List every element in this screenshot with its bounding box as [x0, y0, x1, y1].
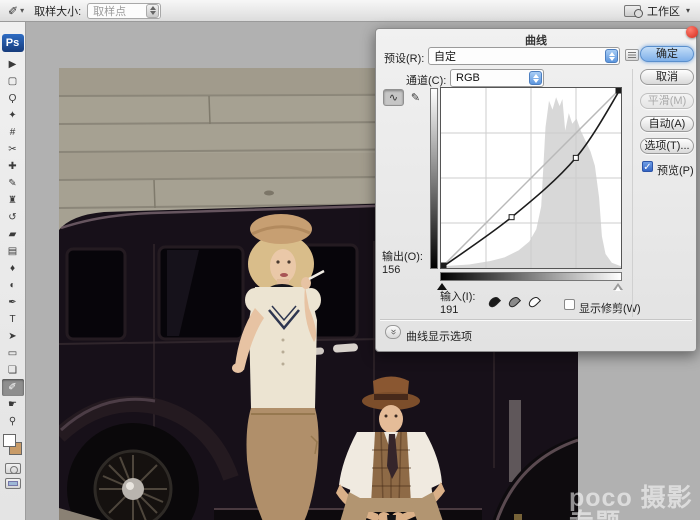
sample-size-select[interactable]: 取样点 — [87, 3, 161, 19]
notes-tool[interactable]: ❏ — [2, 362, 24, 379]
quick-mask-button[interactable] — [5, 463, 21, 474]
show-clipping-checkbox[interactable] — [564, 299, 575, 310]
channel-value: RGB — [451, 72, 529, 84]
curve-plot[interactable] — [441, 88, 621, 268]
divider — [380, 319, 692, 321]
input-value: 191 — [440, 304, 458, 316]
ps-logo: Ps — [2, 34, 24, 52]
hand-tool[interactable]: ☛ — [2, 396, 24, 413]
quick-selection-tool[interactable]: ✦ — [2, 107, 24, 124]
marquee-tool[interactable]: ▢ — [2, 73, 24, 90]
auto-button[interactable]: 自动(A) — [640, 116, 694, 132]
preview-checkbox[interactable]: ✓ — [642, 161, 653, 172]
channel-select[interactable]: RGB — [450, 69, 544, 87]
brush-tool[interactable]: ✎ — [2, 175, 24, 192]
curve-endpoint[interactable] — [441, 263, 446, 268]
skirt — [247, 408, 319, 520]
curve-control-point[interactable] — [509, 215, 514, 220]
options-bar: ✐ ▾ 取样大小: 取样点 工作区 ▾ — [0, 0, 700, 22]
eyedropper-tool[interactable]: ✐ — [2, 379, 24, 396]
pencil-icon: ✎ — [411, 91, 420, 104]
crop-tool[interactable]: # — [2, 124, 24, 141]
input-label: 输入(I): — [440, 288, 475, 304]
gray-point-eyedropper[interactable] — [507, 295, 521, 309]
move-tool[interactable]: ▶ — [2, 56, 24, 73]
curves-dialog: 曲线 预设(R): 自定 通道(C): RGB ∿ ✎ 输出(O): 156 输… — [375, 28, 697, 352]
stepper-icon — [146, 4, 159, 18]
color-swatches — [1, 433, 25, 459]
curve-graph[interactable] — [440, 87, 622, 269]
sample-size-label: 取样大小: — [34, 3, 81, 19]
watermark: poco 摄影专题 http://photo.poco.cn/ — [569, 486, 700, 520]
dodge-tool[interactable]: ◐ — [2, 277, 24, 294]
chevron-double-icon: » — [388, 329, 398, 335]
output-value: 156 — [382, 264, 400, 276]
type-tool[interactable]: T — [2, 311, 24, 328]
display-options-label: 曲线显示选项 — [406, 328, 472, 344]
healing-brush-tool[interactable]: ✚ — [2, 158, 24, 175]
preset-label: 预设(R): — [384, 50, 424, 66]
ok-button[interactable]: 确定 — [640, 46, 694, 62]
output-gradient-bar — [430, 88, 438, 269]
blur-tool[interactable]: ♦ — [2, 260, 24, 277]
workspace-caret-icon[interactable]: ▾ — [686, 6, 690, 15]
preset-select[interactable]: 自定 — [428, 47, 620, 65]
path-selection-tool[interactable]: ➤ — [2, 328, 24, 345]
preview-label: 预览(P) — [657, 162, 694, 178]
channel-label: 通道(C): — [406, 72, 446, 88]
menu-lines-icon — [628, 52, 636, 58]
workspace-label[interactable]: 工作区 — [647, 3, 680, 19]
red-marker-dot — [686, 26, 698, 38]
gradient-tool[interactable]: ▤ — [2, 243, 24, 260]
lasso-tool[interactable]: Ϙ — [2, 90, 24, 107]
pen-tool[interactable]: ✒ — [2, 294, 24, 311]
foreground-color-swatch[interactable] — [3, 434, 16, 447]
output-label: 输出(O): — [382, 248, 423, 264]
screen-mode-button[interactable] — [5, 478, 21, 489]
shape-tool[interactable]: ▭ — [2, 345, 24, 362]
highlight-input-slider[interactable] — [613, 283, 623, 290]
slice-tool[interactable]: ✂ — [2, 141, 24, 158]
black-point-eyedropper[interactable] — [487, 295, 501, 309]
curve-point-mode-button[interactable]: ∿ — [383, 89, 404, 106]
eraser-tool[interactable]: ▰ — [2, 226, 24, 243]
display-options-disclosure-button[interactable]: » — [385, 325, 401, 339]
history-brush-tool[interactable]: ↺ — [2, 209, 24, 226]
eyedropper-icon[interactable]: ✐ — [8, 4, 18, 18]
tool-list: ▶▢Ϙ✦#✂✚✎♜↺▰▤♦◐✒T➤▭❏✐☛⚲ — [2, 56, 24, 430]
cancel-button[interactable]: 取消 — [640, 69, 694, 85]
smooth-button[interactable]: 平滑(M) — [640, 93, 694, 109]
curve-endpoint[interactable] — [616, 88, 621, 93]
workspace-icon[interactable] — [624, 5, 641, 17]
tool-caret-icon[interactable]: ▾ — [20, 6, 24, 15]
preset-options-button[interactable] — [625, 49, 639, 61]
zoom-tool[interactable]: ⚲ — [2, 413, 24, 430]
clone-stamp-tool[interactable]: ♜ — [2, 192, 24, 209]
curve-pencil-mode-button[interactable]: ✎ — [405, 89, 426, 106]
watermark-brand: poco 摄影专题 — [569, 486, 700, 520]
curve-control-point[interactable] — [573, 155, 578, 160]
sample-size-value: 取样点 — [88, 3, 146, 19]
white-point-eyedropper[interactable] — [527, 295, 541, 309]
preset-value: 自定 — [429, 48, 605, 64]
toolbar: Ps ▶▢Ϙ✦#✂✚✎♜↺▰▤♦◐✒T➤▭❏✐☛⚲ — [0, 22, 26, 520]
input-gradient-bar — [440, 272, 622, 281]
divider — [632, 69, 633, 317]
curve-icon: ∿ — [389, 91, 398, 104]
options-button[interactable]: 选项(T)... — [640, 138, 694, 154]
stepper-icon — [605, 49, 618, 63]
stepper-icon — [529, 71, 542, 85]
check-icon: ✓ — [643, 162, 651, 173]
